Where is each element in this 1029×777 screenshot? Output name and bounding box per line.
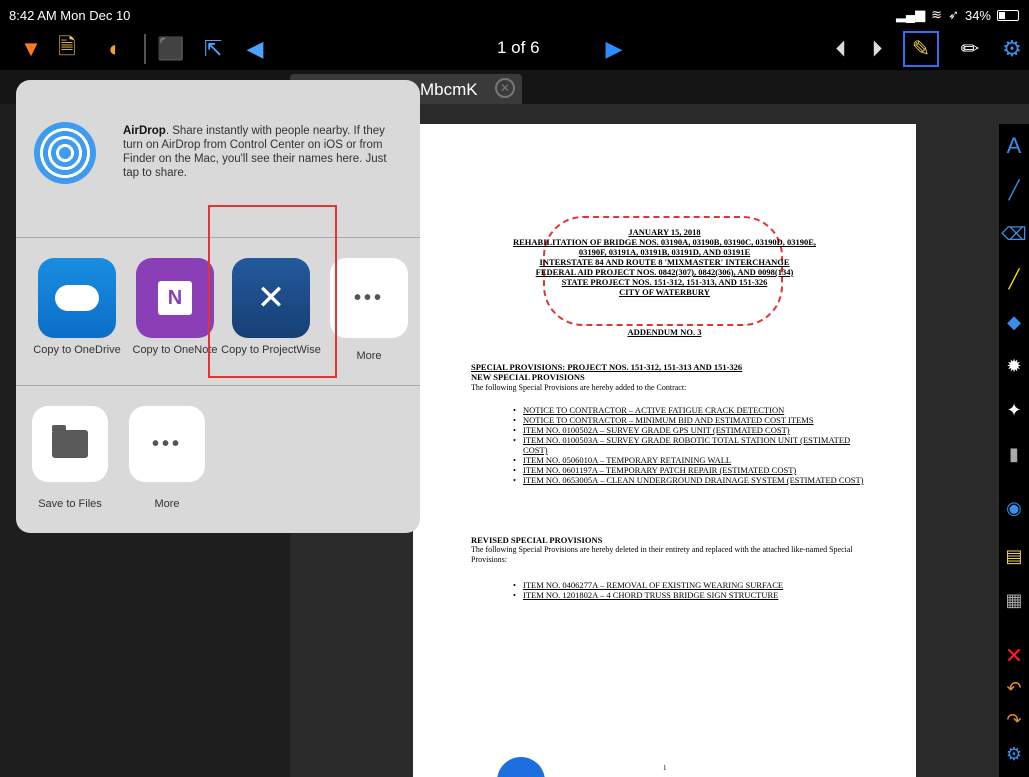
new-provisions-heading: NEW SPECIAL PROVISIONS	[471, 372, 585, 382]
list-item: NOTICE TO CONTRACTOR – MINIMUM BID AND E…	[513, 415, 873, 425]
camera-tool-icon[interactable]: ◉	[1002, 496, 1026, 520]
back-circle-icon[interactable]: ⏴	[826, 34, 856, 64]
pen-tool-icon[interactable]: ╱	[1002, 178, 1026, 202]
doc-header-line: REHABILITATION OF BRIDGE NOS. 03190A, 03…	[512, 237, 817, 247]
redo-icon[interactable]: ↷	[1002, 708, 1026, 732]
list-item: ITEM NO. 0100503A – SURVEY GRADE ROBOTIC…	[513, 435, 873, 455]
revised-provisions-heading: REVISED SPECIAL PROVISIONS	[471, 535, 603, 545]
projectwise-logo-icon[interactable]: ◐	[100, 34, 130, 64]
settings-gear-icon[interactable]: ⚙	[997, 34, 1027, 64]
onedrive-label: Copy to OneDrive	[33, 344, 121, 356]
more-dots-icon: •••	[353, 286, 384, 309]
location-icon: ➶	[948, 7, 959, 22]
list-item: ITEM NO. 0100502A – SURVEY GRADE GPS UNI…	[513, 425, 873, 435]
battery-percent: 34%	[964, 7, 991, 23]
more-actions-button[interactable]: •••	[129, 406, 205, 482]
new-provisions-intro: The following Special Provisions are her…	[471, 383, 687, 392]
list-item: ITEM NO. 0653005A – CLEAN UNDERGROUND DR…	[513, 475, 873, 485]
export-document-icon[interactable]: ⬛	[156, 34, 186, 64]
status-time: 8:42 AM Mon Dec 10	[9, 8, 131, 23]
page-indicator: 1 of 6	[497, 38, 540, 57]
new-provisions-list: NOTICE TO CONTRACTOR – ACTIVE FATIGUE CR…	[513, 405, 873, 485]
document-page[interactable]: JANUARY 15, 2018 REHABILITATION OF BRIDG…	[413, 124, 916, 777]
status-bar: 8:42 AM Mon Dec 10 ▂▄▆ ≋ ➶ 34%	[0, 0, 1029, 28]
undo-icon[interactable]: ↶	[1002, 676, 1026, 700]
new-document-icon[interactable]: 🗎	[52, 34, 82, 64]
shapes-tool-icon[interactable]: ◆	[1002, 310, 1026, 334]
share-divider	[16, 385, 420, 386]
text-tool-icon[interactable]: A	[1002, 133, 1026, 158]
color-tool-icon[interactable]: ✦	[1002, 398, 1026, 422]
menu-triangle-icon[interactable]: ▼	[16, 34, 46, 64]
battery-icon	[997, 9, 1019, 21]
selection-highlight	[208, 205, 337, 378]
share-icon[interactable]: ⇱	[198, 34, 228, 64]
stamp-tool-icon[interactable]: ✹	[1002, 354, 1026, 378]
folder-icon	[52, 425, 88, 458]
list-item: ITEM NO. 1201802A – 4 CHORD TRUSS BRIDGE…	[513, 590, 873, 600]
page-number: 1	[663, 764, 667, 772]
onedrive-app-button[interactable]	[38, 258, 116, 338]
pen-icon[interactable]: ✏	[955, 34, 985, 64]
image-tool-icon[interactable]: ▦	[1002, 588, 1026, 612]
more-dots-icon: •••	[151, 432, 182, 455]
main-toolbar: ▼ 🗎 ◐ ⬛ ⇱ ◀ 1 of 6 ▶ ⏴ ⏵ ✎ ✏ ⚙	[0, 28, 1029, 70]
wifi-icon: ≋	[931, 7, 943, 22]
airdrop-title: AirDrop	[123, 125, 166, 137]
onenote-app-button[interactable]: N	[136, 258, 214, 338]
eraser-tool-icon[interactable]: ⌫	[1001, 222, 1026, 246]
microphone-tool-icon[interactable]: ▮	[1002, 442, 1026, 466]
onenote-icon: N	[158, 281, 192, 315]
markup-tools-icon[interactable]: ✎	[903, 31, 939, 67]
announcement-icon[interactable]: ◀	[240, 34, 270, 64]
markup-tool-rail: A ╱ ⌫ ╱ ◆ ✹ ✦ ▮ ◉ ▤ ▦ ✕ ↶ ↷ ⚙	[999, 124, 1029, 777]
addendum-title: ADDENDUM NO. 3	[627, 327, 702, 337]
airdrop-icon[interactable]	[34, 122, 96, 184]
airdrop-description: AirDrop. Share instantly with people nea…	[123, 124, 403, 180]
doc-header-line: JANUARY 15, 2018	[628, 227, 701, 237]
forward-circle-icon[interactable]: ⏵	[862, 34, 892, 64]
signal-icon: ▂▄▆	[895, 7, 926, 22]
save-to-files-label: Save to Files	[38, 498, 102, 510]
sticky-note-tool-icon[interactable]: ▤	[1002, 544, 1026, 568]
toolbar-separator	[144, 34, 146, 64]
special-provisions-heading: SPECIAL PROVISIONS: PROJECT NOS. 151-312…	[471, 362, 743, 372]
highlighter-tool-icon[interactable]: ╱	[1002, 267, 1026, 291]
status-indicators: ▂▄▆ ≋ ➶ 34%	[896, 7, 1019, 23]
list-item: ITEM NO. 0506010A – TEMPORARY RETAINING …	[513, 455, 873, 465]
doc-header-line: CITY OF WATERBURY	[619, 287, 710, 297]
list-item: ITEM NO. 0406277A – REMOVAL OF EXISTING …	[513, 580, 873, 590]
revised-provisions-list: ITEM NO. 0406277A – REMOVAL OF EXISTING …	[513, 580, 873, 600]
doc-header-line: 03190F, 03191A, 03191B, 03191D, AND 0319…	[578, 247, 751, 257]
revised-provisions-intro: The following Special Provisions are her…	[471, 545, 853, 564]
doc-header-line: STATE PROJECT NOS. 151-312, 151-313, AND…	[561, 277, 768, 287]
rail-settings-icon[interactable]: ⚙	[1002, 742, 1026, 766]
tab-label: MbcmK	[420, 80, 478, 99]
next-page-icon[interactable]: ▶	[599, 34, 629, 64]
more-apps-button[interactable]: •••	[330, 258, 408, 338]
list-item: ITEM NO. 0601197A – TEMPORARY PATCH REPA…	[513, 465, 873, 475]
list-item: NOTICE TO CONTRACTOR – ACTIVE FATIGUE CR…	[513, 405, 873, 415]
doc-header-line: FEDERAL AID PROJECT NOS. 0842(307), 0842…	[535, 267, 794, 277]
more-actions-label: More	[154, 498, 180, 510]
save-to-files-button[interactable]	[32, 406, 108, 482]
close-icon[interactable]: ✕	[495, 78, 515, 98]
doc-header-line: INTERSTATE 84 AND ROUTE 8 'MIXMASTER' IN…	[539, 257, 790, 267]
delete-icon[interactable]: ✕	[1002, 643, 1026, 668]
onedrive-cloud-icon	[55, 285, 99, 311]
